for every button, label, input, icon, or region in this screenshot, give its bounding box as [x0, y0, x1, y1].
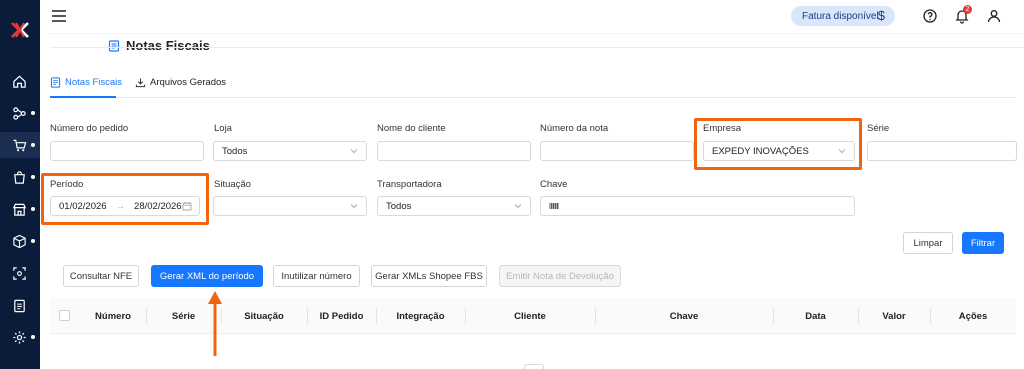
chave-label: Chave [540, 179, 568, 190]
gerar-xmls-shopee-button[interactable]: Gerar XMLs Shopee FBS [371, 265, 487, 287]
download-icon [135, 78, 146, 88]
submenu-dot [31, 207, 35, 211]
page-title-text: Notas Fiscais [126, 38, 210, 53]
column-header-situacao[interactable]: Situação [221, 298, 307, 334]
serie-input[interactable] [867, 141, 1017, 161]
sidebar [0, 0, 40, 369]
submenu-dot [31, 239, 35, 243]
inutilizar-numero-button[interactable]: Inutilizar número [273, 265, 360, 287]
numero-pedido-label: Número do pedido [50, 123, 129, 134]
limpar-button[interactable]: Limpar [903, 232, 953, 254]
submenu-dot [31, 175, 35, 179]
column-header-valor[interactable]: Valor [858, 298, 930, 334]
chevron-down-icon [350, 149, 358, 154]
sidebar-item-products[interactable] [0, 228, 40, 254]
barcode-icon [549, 203, 559, 209]
gerar-xml-periodo-button[interactable]: Gerar XML do período [151, 265, 263, 287]
tab-label: Arquivos Gerados [150, 77, 227, 88]
tab-notas-fiscais[interactable]: Notas Fiscais [50, 77, 122, 88]
column-header-chave[interactable]: Chave [595, 298, 773, 334]
tab-arquivos-gerados[interactable]: Arquivos Gerados [135, 77, 226, 88]
chevron-down-icon [350, 204, 358, 209]
transportadora-select[interactable]: Todos [377, 196, 531, 216]
gear-icon [13, 330, 26, 344]
tabs-divider [50, 97, 1016, 98]
column-header-integracao[interactable]: Integração [376, 298, 465, 334]
clipboard-icon [14, 299, 25, 312]
transportadora-label: Transportadora [377, 179, 442, 190]
column-header-cliente[interactable]: Cliente [465, 298, 595, 334]
submenu-dot [31, 111, 35, 115]
store-icon [12, 203, 27, 216]
column-header-id-pedido[interactable]: ID Pedido [307, 298, 376, 334]
select-all-checkbox[interactable] [59, 310, 70, 321]
header-divider [50, 33, 1024, 34]
situacao-select[interactable] [213, 196, 367, 216]
filtrar-button[interactable]: Filtrar [962, 232, 1004, 254]
column-header-data[interactable]: Data [773, 298, 858, 334]
transportadora-selected-value: Todos [386, 200, 412, 212]
consultar-nfe-button[interactable]: Consultar NFE [63, 265, 139, 287]
sidebar-item-scan[interactable] [0, 260, 40, 286]
numero-nota-input[interactable] [540, 141, 694, 161]
emitir-nota-devolucao-button: Emitir Nota de Devolução [499, 265, 621, 287]
table-header: Número Série Situação ID Pedido Integraç… [50, 298, 1016, 334]
title-divider [50, 47, 1024, 48]
periodo-highlight-box [41, 173, 209, 225]
sidebar-item-home[interactable] [0, 68, 40, 94]
scan-icon [13, 266, 26, 280]
column-header-numero[interactable]: Número [80, 298, 146, 334]
submenu-dot [31, 143, 35, 147]
document-icon [50, 77, 61, 88]
serie-label: Série [867, 123, 890, 134]
nodes-icon [13, 106, 26, 120]
active-tab-indicator [50, 96, 116, 98]
tab-label: Notas Fiscais [65, 77, 123, 88]
user-icon[interactable] [986, 8, 1002, 24]
sidebar-item-reports[interactable] [0, 292, 40, 318]
dollar-icon: $ [877, 8, 885, 23]
help-icon[interactable] [922, 8, 938, 24]
loja-selected-value: Todos [222, 145, 248, 157]
cart-icon [13, 139, 27, 151]
app-logo[interactable] [10, 20, 30, 40]
invoice-available-badge[interactable]: Fatura disponível $ [791, 6, 895, 26]
notification-count-badge: 2 [963, 5, 972, 14]
invoice-available-label: Fatura disponível [802, 10, 879, 22]
sidebar-item-integrations[interactable] [0, 100, 40, 126]
menu-icon[interactable] [52, 10, 66, 22]
empty-state-element [524, 364, 544, 369]
home-icon [13, 75, 26, 88]
chave-input[interactable] [540, 196, 855, 216]
numero-pedido-input[interactable] [50, 141, 204, 161]
sidebar-item-settings[interactable] [0, 324, 40, 350]
sidebar-item-store[interactable] [0, 196, 40, 222]
submenu-dot [31, 335, 35, 339]
page-title: Notas Fiscais [108, 38, 210, 53]
nome-cliente-input[interactable] [377, 141, 531, 161]
nome-cliente-label: Nome do cliente [377, 123, 446, 134]
loja-label: Loja [214, 123, 232, 134]
sidebar-item-shop[interactable] [0, 164, 40, 190]
column-header-acoes[interactable]: Ações [930, 298, 1016, 334]
loja-select[interactable]: Todos [213, 141, 367, 161]
shopping-bag-icon [14, 170, 25, 184]
box-icon [13, 234, 26, 248]
numero-nota-label: Número da nota [540, 123, 609, 134]
situacao-label: Situação [214, 179, 251, 190]
chevron-down-icon [514, 204, 522, 209]
sidebar-item-sales[interactable] [0, 132, 40, 158]
annotation-arrow-up-icon [208, 291, 222, 356]
document-icon [108, 39, 120, 52]
empresa-highlight-box [694, 118, 862, 170]
